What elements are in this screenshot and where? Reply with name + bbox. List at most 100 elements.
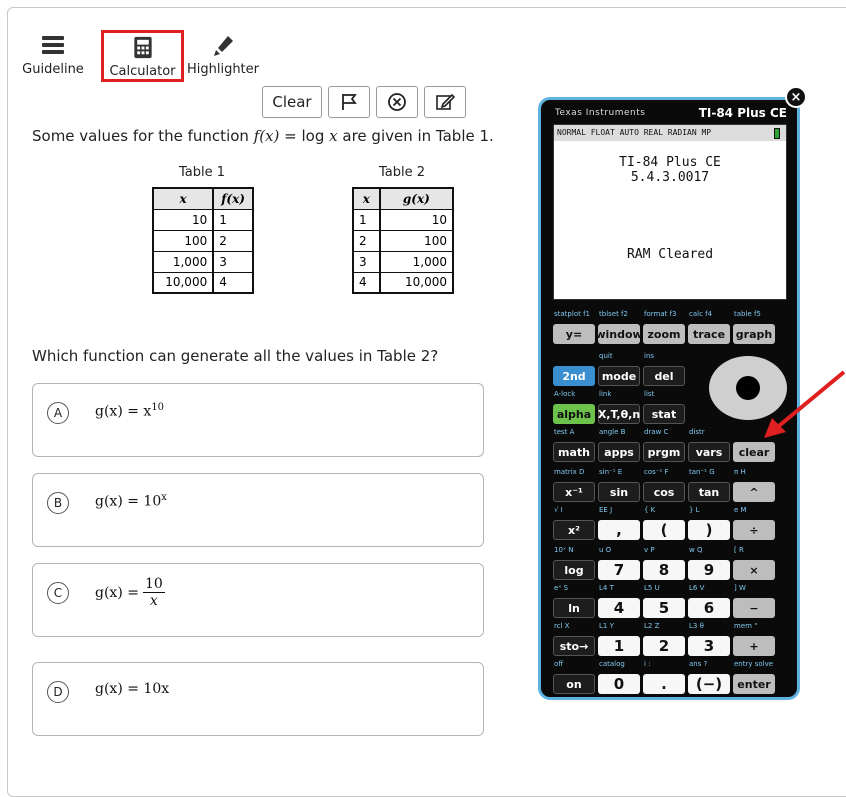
- table2-cell: 1: [352, 208, 381, 231]
- key-face: (−): [688, 674, 730, 694]
- calc-key-2[interactable]: L2 Z 2: [643, 622, 685, 656]
- table2: x g(x) 1 10 2 100 3 1,000 4 10,000: [352, 187, 454, 294]
- table2-cell: 100: [379, 229, 454, 252]
- calc-key-zoom[interactable]: format f3 zoom: [643, 310, 685, 344]
- calc-key-[interactable]: [ R ×: [733, 546, 775, 580]
- calculator-icon: [133, 36, 152, 59]
- calculator-label: Calculator: [109, 64, 176, 79]
- choice-letter: A: [47, 402, 69, 424]
- key-face: apps: [598, 442, 640, 462]
- table1-header: f(x): [212, 187, 254, 210]
- table-row: 1 10: [352, 208, 454, 231]
- key-secondary-label: ans ?: [689, 660, 708, 668]
- calc-key-log[interactable]: 10ˣ N log: [553, 546, 595, 580]
- choice-c[interactable]: C g(x) = 10 x: [32, 563, 484, 637]
- calc-key-graph[interactable]: table f5 graph: [733, 310, 775, 344]
- choice-d[interactable]: D g(x) = 10x: [32, 662, 484, 736]
- calc-key-y[interactable]: statplot f1 y=: [553, 310, 595, 344]
- calc-key-[interactable]: e M ÷: [733, 506, 775, 540]
- flag-button[interactable]: [328, 86, 370, 118]
- calc-key-tan[interactable]: tan⁻¹ G tan: [688, 468, 730, 502]
- choice-a[interactable]: A g(x) = x10: [32, 383, 484, 457]
- table1-cell: 1,000: [152, 250, 215, 273]
- key-row: A-lock alpha link X,T,θ,n list stat: [553, 390, 688, 424]
- key-secondary-label: draw C: [644, 428, 669, 436]
- choice-letter: D: [47, 681, 69, 703]
- calc-key-[interactable]: ans ? (−): [688, 660, 730, 694]
- choice-b[interactable]: B g(x) = 10x: [32, 473, 484, 547]
- calc-key-[interactable]: π H ^: [733, 468, 775, 502]
- calc-key-math[interactable]: test A math: [553, 428, 595, 462]
- key-secondary-label: eˣ S: [554, 584, 569, 592]
- key-secondary-label: cos⁻¹ F: [644, 468, 669, 476]
- calc-key-[interactable]: mem “ +: [733, 622, 775, 656]
- calc-key-alpha[interactable]: A-lock alpha: [553, 390, 595, 424]
- calc-key-1[interactable]: L1 Y 1: [598, 622, 640, 656]
- calc-key-x[interactable]: √ I x²: [553, 506, 595, 540]
- calc-key-[interactable]: { K (: [643, 506, 685, 540]
- calc-key-8[interactable]: v P 8: [643, 546, 685, 580]
- key-face: x²: [553, 520, 595, 540]
- calc-key-window[interactable]: tblset f2 window: [595, 310, 643, 344]
- calc-key-del[interactable]: ins del: [643, 352, 685, 386]
- key-face: 2nd: [553, 366, 595, 386]
- calc-key-mode[interactable]: quit mode: [598, 352, 640, 386]
- key-face: 8: [643, 560, 685, 580]
- key-face: trace: [688, 324, 730, 344]
- calc-key-sto[interactable]: rcl X sto→: [553, 622, 595, 656]
- calc-key-[interactable]: EE J,: [598, 506, 640, 540]
- choice-math: g(x) = 10 x: [95, 576, 165, 609]
- calc-key-trace[interactable]: calc f4 trace: [688, 310, 730, 344]
- key-face: x⁻¹: [553, 482, 595, 502]
- calc-key-prgm[interactable]: draw C prgm: [643, 428, 685, 462]
- highlighter-tool[interactable]: Highlighter: [184, 30, 262, 82]
- highlighter-label: Highlighter: [186, 62, 260, 77]
- guideline-tool[interactable]: Guideline: [8, 30, 98, 82]
- calc-key-[interactable]: } L): [688, 506, 730, 540]
- key-face: prgm: [643, 442, 685, 462]
- calc-key-cos[interactable]: cos⁻¹ F cos: [643, 468, 685, 502]
- calc-key-on[interactable]: off on: [553, 660, 595, 694]
- calc-key-5[interactable]: L5 U 5: [643, 584, 685, 618]
- calculator-brand: Texas Instruments: [555, 108, 646, 118]
- calc-key-apps[interactable]: angle B apps: [598, 428, 640, 462]
- key-face: 2: [643, 636, 685, 656]
- key-face: sto→: [553, 636, 595, 656]
- edit-icon: [436, 93, 455, 110]
- key-face: zoom: [643, 324, 685, 344]
- fraction-numerator: 10: [142, 576, 165, 593]
- calculator-tool[interactable]: Calculator: [101, 30, 184, 82]
- table2-cell: 1,000: [379, 250, 454, 273]
- calc-key-stat[interactable]: list stat: [643, 390, 685, 424]
- notes-button[interactable]: [424, 86, 466, 118]
- table1-cell: 100: [152, 229, 215, 252]
- calc-key-4[interactable]: L4 T 4: [598, 584, 640, 618]
- eliminate-button[interactable]: [376, 86, 418, 118]
- calc-key-x[interactable]: matrix D x⁻¹: [553, 468, 595, 502]
- key-face: 9: [688, 560, 730, 580]
- calc-key-2nd[interactable]: 2nd: [553, 352, 595, 386]
- calc-key-[interactable]: ] W −: [733, 584, 775, 618]
- key-face: X,T,θ,n: [598, 404, 640, 424]
- calc-key-enter[interactable]: entry solve enter: [733, 660, 775, 694]
- key-secondary-label: statplot f1: [554, 310, 590, 318]
- calc-key-[interactable]: i :.: [643, 660, 685, 694]
- calc-key-9[interactable]: w Q 9: [688, 546, 730, 580]
- table2-header: x: [352, 187, 381, 210]
- calc-key-XTn[interactable]: link X,T,θ,n: [598, 390, 640, 424]
- key-face: .: [643, 674, 685, 694]
- calc-key-6[interactable]: L6 V 6: [688, 584, 730, 618]
- calculator-model: TI-84 Plus CE: [698, 106, 787, 120]
- circle-x-icon: [388, 93, 406, 111]
- close-calculator-button[interactable]: ×: [785, 86, 807, 108]
- table1-cell: 4: [212, 271, 254, 294]
- table1-header: x: [152, 187, 215, 210]
- calc-key-7[interactable]: u O 7: [598, 546, 640, 580]
- clear-button[interactable]: Clear: [262, 86, 322, 118]
- calc-key-0[interactable]: catalog 0: [598, 660, 640, 694]
- calc-key-vars[interactable]: distr vars: [688, 428, 730, 462]
- key-face: vars: [688, 442, 730, 462]
- calc-key-3[interactable]: L3 θ 3: [688, 622, 730, 656]
- calc-key-ln[interactable]: eˣ S ln: [553, 584, 595, 618]
- calc-key-sin[interactable]: sin⁻¹ E sin: [598, 468, 640, 502]
